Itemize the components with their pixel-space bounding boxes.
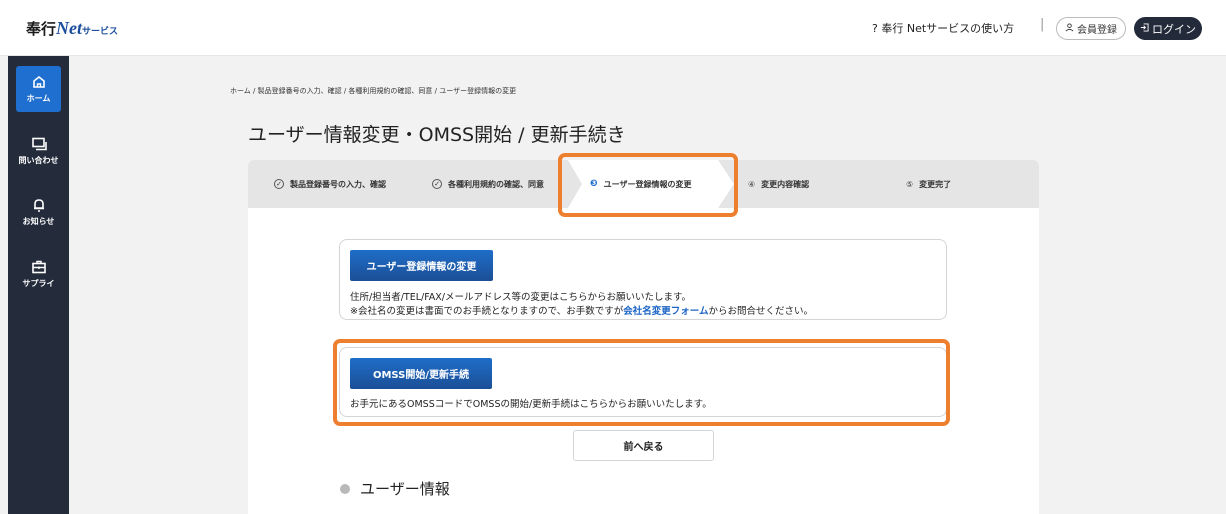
section-title-text: ユーザー情報 bbox=[360, 480, 450, 498]
sidebar-item-label: お知らせ bbox=[22, 217, 55, 226]
bullet-dot-icon bbox=[340, 483, 350, 494]
user-info-section-heading: ユーザー情報 bbox=[340, 478, 450, 499]
highlight-frame-omss-card bbox=[333, 339, 950, 426]
brand-logo[interactable]: 奉行Netサービス bbox=[26, 18, 118, 39]
sidebar-item-home[interactable]: ホーム bbox=[16, 66, 61, 112]
step-label: 製品登録番号の入力、確認 bbox=[290, 179, 386, 189]
sidebar-item-news[interactable]: お知らせ bbox=[16, 189, 61, 235]
step-label: 各種利用規約の確認、同意 bbox=[448, 179, 544, 189]
step-check-icon: ✓ bbox=[432, 179, 442, 189]
login-button[interactable]: ログイン bbox=[1134, 17, 1202, 40]
register-button[interactable]: 会員登録 bbox=[1056, 17, 1126, 40]
question-circle-icon: ? bbox=[872, 22, 878, 35]
chat-icon bbox=[31, 137, 47, 151]
login-label: ログイン bbox=[1152, 22, 1196, 36]
home-icon bbox=[32, 75, 45, 88]
logo-net-text: Net bbox=[56, 18, 83, 38]
user-info-description: 住所/担当者/TEL/FAX/メールアドレス等の変更はこちらからお願いいたします… bbox=[350, 292, 692, 303]
bell-icon bbox=[33, 199, 44, 212]
help-link[interactable]: ? 奉行 Netサービスの使い方 bbox=[872, 20, 1014, 36]
company-name-note: ※会社名の変更は書面でのお手続となりますので、お手数ですが会社名変更フォームから… bbox=[350, 305, 813, 319]
step-check-icon: ✓ bbox=[274, 179, 284, 189]
step-label: 変更完了 bbox=[919, 179, 952, 189]
logo-main-text: 奉行 bbox=[26, 20, 57, 38]
page-title: ユーザー情報変更・OMSS開始 / 更新手続き bbox=[248, 124, 626, 146]
help-link-label: 奉行 Netサービスの使い方 bbox=[881, 22, 1015, 35]
change-user-info-button[interactable]: ユーザー登録情報の変更 bbox=[350, 250, 493, 281]
sidebar-item-supply[interactable]: サプライ bbox=[16, 251, 61, 297]
register-label: 会員登録 bbox=[1077, 25, 1117, 36]
sidebar-item-label: 問い合わせ bbox=[18, 156, 59, 165]
note-text: ※会社名の変更は書面でのお手続となりますので、お手数ですが bbox=[350, 306, 624, 317]
breadcrumb[interactable]: ホーム / 製品登録番号の入力、確認 / 各種利用規約の確認、同意 / ユーザー… bbox=[230, 86, 516, 96]
user-info-card: ユーザー登録情報の変更 住所/担当者/TEL/FAX/メールアドレス等の変更はこ… bbox=[339, 239, 947, 320]
step-2: ✓ 各種利用規約の確認、同意 bbox=[432, 160, 544, 208]
header-separator: | bbox=[1040, 17, 1045, 32]
step-number-icon: ⑤ bbox=[906, 179, 914, 189]
back-button[interactable]: 前へ戻る bbox=[573, 430, 714, 461]
note-text: からお問合せください。 bbox=[708, 306, 814, 317]
step-number-icon: ④ bbox=[748, 179, 756, 189]
step-1: ✓ 製品登録番号の入力、確認 bbox=[274, 160, 386, 208]
top-header: 奉行Netサービス ? 奉行 Netサービスの使い方 | 会員登録 ログイン bbox=[0, 0, 1226, 56]
sidebar-item-label: ホーム bbox=[26, 94, 51, 103]
sidebar-nav: ホーム 問い合わせ お知らせ サプライ bbox=[8, 56, 69, 514]
step-label: 変更内容確認 bbox=[761, 179, 810, 189]
logo-sub-text: サービス bbox=[82, 27, 119, 37]
sidebar-item-inquiry[interactable]: 問い合わせ bbox=[16, 128, 61, 174]
person-icon bbox=[1065, 22, 1074, 35]
sidebar-item-label: サプライ bbox=[22, 279, 55, 288]
briefcase-icon bbox=[31, 260, 46, 274]
highlight-frame-current-step bbox=[558, 153, 738, 217]
company-name-form-link[interactable]: 会社名変更フォーム bbox=[623, 306, 708, 317]
step-4: ④ 変更内容確認 bbox=[748, 160, 809, 208]
step-5: ⑤ 変更完了 bbox=[906, 160, 951, 208]
login-icon bbox=[1140, 22, 1149, 35]
